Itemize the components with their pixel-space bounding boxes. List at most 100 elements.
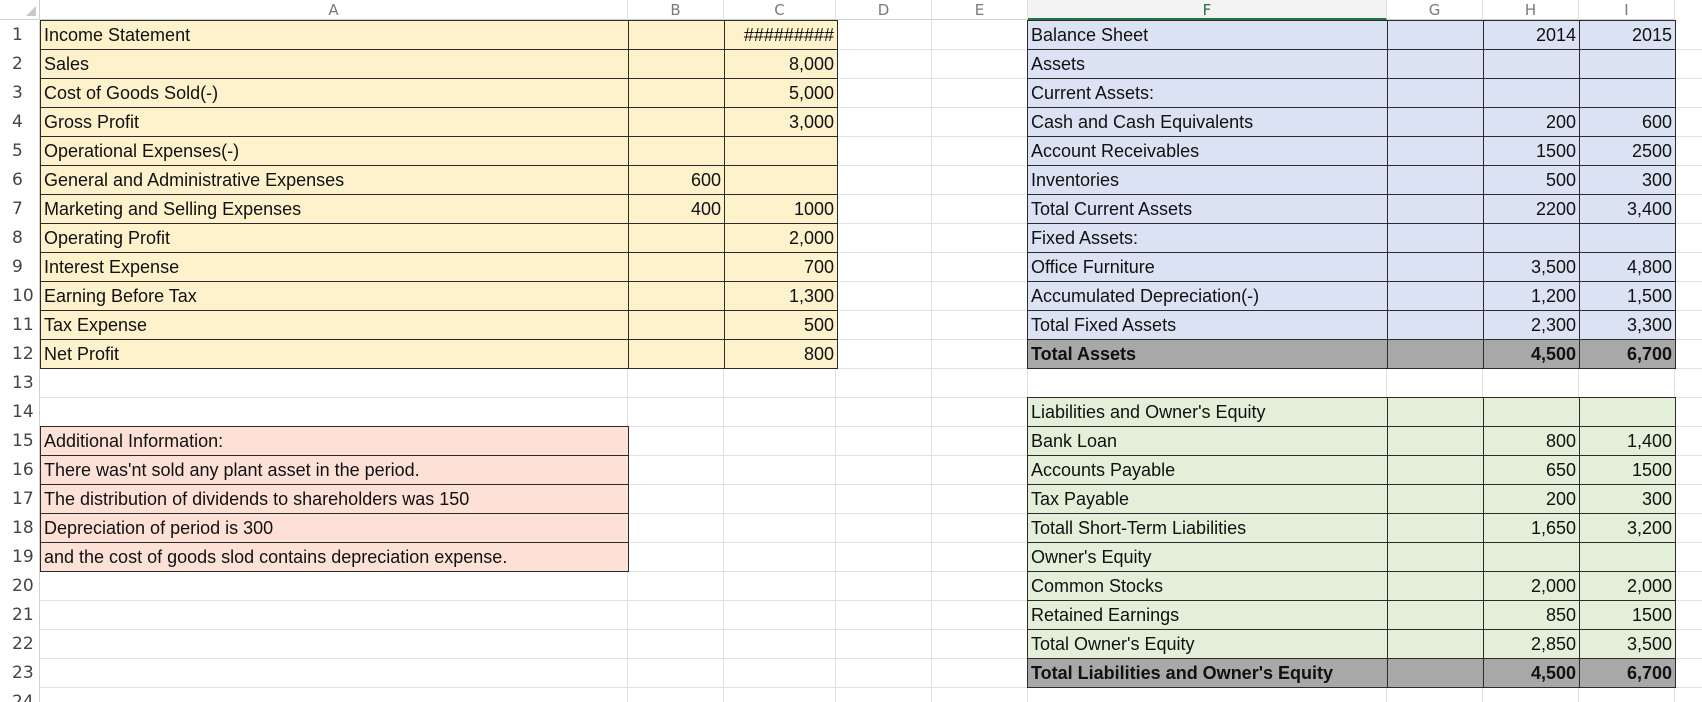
select-all-corner[interactable] (0, 0, 40, 20)
row-header-20[interactable]: 20 (0, 572, 40, 601)
balance-sheet-cell[interactable] (1579, 223, 1676, 253)
balance-sheet-cell[interactable]: 500 (1483, 165, 1580, 195)
row-header-21[interactable]: 21 (0, 601, 40, 630)
liabilities-equity-cell[interactable] (1387, 571, 1484, 601)
additional-info-cell[interactable]: There was'nt sold any plant asset in the… (40, 455, 629, 485)
additional-info-cell[interactable]: Depreciation of period is 300 (40, 513, 629, 543)
income-statement-cell[interactable]: Gross Profit (40, 107, 629, 137)
balance-sheet-cell[interactable]: Total Fixed Assets (1027, 310, 1388, 340)
balance-sheet-cell[interactable]: 1500 (1483, 136, 1580, 166)
income-statement-cell[interactable]: 2,000 (724, 223, 838, 253)
balance-sheet-cell[interactable] (1483, 78, 1580, 108)
row-header-2[interactable]: 2 (0, 50, 40, 79)
column-header-e[interactable]: E (932, 0, 1028, 20)
income-statement-cell[interactable] (628, 20, 725, 50)
balance-sheet-cell[interactable]: Inventories (1027, 165, 1388, 195)
liabilities-equity-cell[interactable] (1387, 513, 1484, 543)
income-statement-cell[interactable] (628, 223, 725, 253)
row-header-4[interactable]: 4 (0, 108, 40, 137)
balance-sheet-cell[interactable] (1387, 281, 1484, 311)
balance-sheet-cell[interactable]: 1,500 (1579, 281, 1676, 311)
liabilities-equity-cell[interactable] (1387, 658, 1484, 688)
liabilities-equity-cell[interactable] (1387, 542, 1484, 572)
liabilities-equity-cell[interactable]: Accounts Payable (1027, 455, 1388, 485)
balance-sheet-cell[interactable] (1579, 49, 1676, 79)
income-statement-cell[interactable] (628, 78, 725, 108)
balance-sheet-cell[interactable] (1387, 223, 1484, 253)
liabilities-equity-cell[interactable]: Liabilities and Owner's Equity (1027, 397, 1388, 427)
liabilities-equity-cell[interactable]: 300 (1579, 484, 1676, 514)
income-statement-cell[interactable]: Tax Expense (40, 310, 629, 340)
income-statement-cell[interactable]: Income Statement (40, 20, 629, 50)
income-statement-cell[interactable]: Marketing and Selling Expenses (40, 194, 629, 224)
income-statement-cell[interactable] (628, 310, 725, 340)
spreadsheet[interactable]: ABCDEFGHI 1 2 3 4 5 6 7 8 9 10 11 12 13 14 15 16 17 18 19 2… (0, 0, 1702, 702)
income-statement-cell[interactable]: Operational Expenses(-) (40, 136, 629, 166)
balance-sheet-cell[interactable]: Cash and Cash Equivalents (1027, 107, 1388, 137)
income-statement-cell[interactable] (628, 281, 725, 311)
liabilities-equity-cell[interactable]: 2,000 (1483, 571, 1580, 601)
balance-sheet-cell[interactable]: 2500 (1579, 136, 1676, 166)
balance-sheet-cell[interactable] (1387, 78, 1484, 108)
balance-sheet-cell[interactable]: 1,200 (1483, 281, 1580, 311)
income-statement-cell[interactable]: 500 (724, 310, 838, 340)
income-statement-cell[interactable]: Cost of Goods Sold(-) (40, 78, 629, 108)
additional-info-cell[interactable]: and the cost of goods slod contains depr… (40, 542, 629, 572)
liabilities-equity-cell[interactable]: Tax Payable (1027, 484, 1388, 514)
liabilities-equity-cell[interactable]: 1500 (1579, 600, 1676, 630)
column-header-d[interactable]: D (836, 0, 932, 20)
liabilities-equity-cell[interactable]: 850 (1483, 600, 1580, 630)
liabilities-equity-cell[interactable] (1387, 629, 1484, 659)
liabilities-equity-cell[interactable]: Bank Loan (1027, 426, 1388, 456)
row-header-24[interactable]: 24 (0, 688, 40, 702)
additional-info-cell[interactable]: The distribution of dividends to shareho… (40, 484, 629, 514)
row-header-6[interactable]: 6 (0, 166, 40, 195)
column-header-b[interactable]: B (628, 0, 724, 20)
liabilities-equity-cell[interactable]: 650 (1483, 455, 1580, 485)
balance-sheet-cell[interactable]: 2015 (1579, 20, 1676, 50)
balance-sheet-cell[interactable] (1387, 107, 1484, 137)
liabilities-equity-cell[interactable] (1579, 542, 1676, 572)
balance-sheet-cell[interactable]: Balance Sheet (1027, 20, 1388, 50)
liabilities-equity-cell[interactable] (1387, 600, 1484, 630)
balance-sheet-cell[interactable] (1387, 20, 1484, 50)
balance-sheet-cell[interactable]: 3,300 (1579, 310, 1676, 340)
liabilities-equity-cell[interactable]: 3,500 (1579, 629, 1676, 659)
balance-sheet-cell[interactable]: 3,500 (1483, 252, 1580, 282)
balance-sheet-cell[interactable] (1387, 165, 1484, 195)
income-statement-cell[interactable]: 800 (724, 339, 838, 369)
income-statement-cell[interactable]: 700 (724, 252, 838, 282)
balance-sheet-cell[interactable] (1387, 49, 1484, 79)
liabilities-equity-cell[interactable] (1387, 426, 1484, 456)
row-header-16[interactable]: 16 (0, 456, 40, 485)
balance-sheet-cell[interactable]: Assets (1027, 49, 1388, 79)
liabilities-equity-cell[interactable] (1579, 397, 1676, 427)
balance-sheet-cell[interactable]: Account Receivables (1027, 136, 1388, 166)
liabilities-equity-cell[interactable]: 4,500 (1483, 658, 1580, 688)
liabilities-equity-cell[interactable] (1483, 542, 1580, 572)
column-header-h[interactable]: H (1483, 0, 1579, 20)
income-statement-cell[interactable]: General and Administrative Expenses (40, 165, 629, 195)
income-statement-cell[interactable]: Operating Profit (40, 223, 629, 253)
row-header-3[interactable]: 3 (0, 79, 40, 108)
income-statement-cell[interactable]: 1,300 (724, 281, 838, 311)
balance-sheet-cell[interactable]: 3,400 (1579, 194, 1676, 224)
row-header-8[interactable]: 8 (0, 224, 40, 253)
liabilities-equity-cell[interactable] (1387, 484, 1484, 514)
row-header-9[interactable]: 9 (0, 253, 40, 282)
balance-sheet-cell[interactable] (1387, 136, 1484, 166)
liabilities-equity-cell[interactable]: Total Owner's Equity (1027, 629, 1388, 659)
balance-sheet-cell[interactable] (1483, 223, 1580, 253)
column-header-a[interactable]: A (40, 0, 628, 20)
row-header-11[interactable]: 11 (0, 311, 40, 340)
income-statement-cell[interactable] (628, 339, 725, 369)
liabilities-equity-cell[interactable] (1387, 455, 1484, 485)
income-statement-cell[interactable]: 600 (628, 165, 725, 195)
row-header-5[interactable]: 5 (0, 137, 40, 166)
liabilities-equity-cell[interactable] (1387, 397, 1484, 427)
income-statement-cell[interactable] (724, 165, 838, 195)
balance-sheet-cell[interactable]: Fixed Assets: (1027, 223, 1388, 253)
income-statement-cell[interactable]: 400 (628, 194, 725, 224)
income-statement-cell[interactable]: 1000 (724, 194, 838, 224)
liabilities-equity-cell[interactable]: Owner's Equity (1027, 542, 1388, 572)
